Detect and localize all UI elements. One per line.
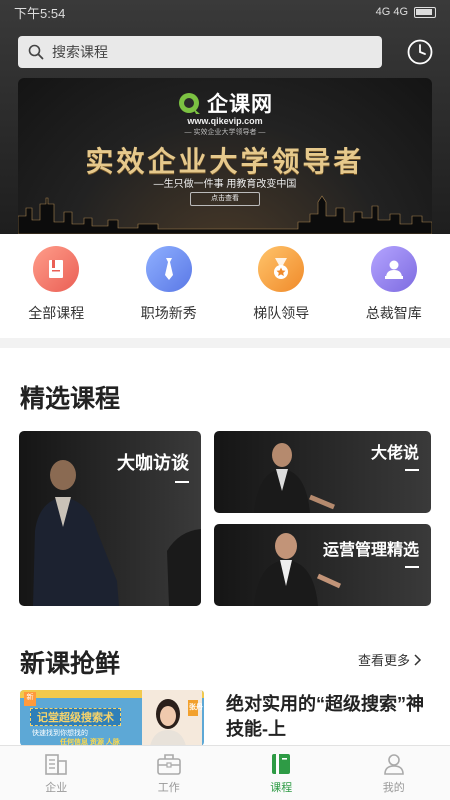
featured-card-title: 大咖访谈: [117, 449, 189, 483]
briefcase-icon: [156, 754, 181, 775]
featured-card-interviews[interactable]: 大咖访谈: [19, 431, 201, 606]
category-team-leader[interactable]: 梯队领导: [225, 234, 338, 338]
chevron-right-icon: [414, 653, 422, 666]
banner-logo: 企课网: [18, 88, 432, 118]
tie-icon: [145, 246, 192, 292]
status-indicators: 4G 4G: [376, 6, 436, 18]
tab-courses[interactable]: 课程: [225, 746, 338, 800]
instructor-badge: 张丹: [189, 704, 203, 711]
main-content: 全部课程 职场新秀 梯队领导 总裁智库 精选课程 大咖访谈 大佬说 运营管理精选…: [0, 234, 450, 800]
section-divider: [0, 338, 450, 348]
instructor-portrait: [142, 690, 202, 746]
building-icon: [45, 754, 68, 775]
featured-card-big-talk[interactable]: 大佬说: [214, 431, 431, 513]
course-book-icon: [272, 754, 291, 774]
book-icon: [33, 246, 80, 292]
category-label: 梯队领导: [253, 305, 310, 321]
featured-section-title: 精选课程: [20, 385, 121, 413]
executive-icon: [370, 246, 417, 292]
featured-card-title: 运营管理精选: [323, 536, 419, 568]
tab-enterprise[interactable]: 企业: [0, 746, 113, 800]
network-indicator: 4G 4G: [375, 6, 408, 18]
tab-label: 我的: [382, 782, 405, 794]
promo-banner[interactable]: 企课网 www.qikevip.com — 实效企业大学领导者 — 实效企业大学…: [18, 78, 432, 234]
featured-card-title: 大佬说: [371, 439, 419, 471]
banner-small-tagline: — 实效企业大学领导者 —: [184, 129, 266, 136]
status-bar: 下午5:54 4G 4G: [0, 0, 450, 24]
status-time: 下午5:54: [14, 5, 66, 21]
featured-card-operations[interactable]: 运营管理精选: [214, 524, 431, 606]
view-more-label: 查看更多: [357, 653, 410, 668]
search-bar[interactable]: [18, 36, 382, 68]
logo-icon: [179, 93, 200, 114]
tab-mine[interactable]: 我的: [338, 746, 450, 800]
category-label: 全部课程: [28, 305, 85, 321]
new-course-title[interactable]: 绝对实用的“超级搜索”神技能-上: [226, 692, 426, 742]
history-clock-icon[interactable]: [406, 38, 434, 66]
tab-label: 工作: [157, 782, 180, 794]
category-label: 总裁智库: [365, 305, 422, 321]
bottom-tab-bar: 企业 工作 课程 我的: [0, 745, 450, 800]
banner-slogan: —生只做一件事 用教育改变中国: [153, 179, 297, 190]
banner-logo-text: 企课网: [207, 93, 273, 116]
search-input[interactable]: [52, 44, 352, 60]
new-courses-section-title: 新课抢鲜: [20, 650, 121, 678]
category-all-courses[interactable]: 全部课程: [0, 234, 113, 338]
category-row: 全部课程 职场新秀 梯队领导 总裁智库: [0, 234, 450, 338]
new-course-thumbnail[interactable]: 新 记堂超级搜索术 快速找到你想找的 任何信息 资源 人脉 张丹: [20, 690, 204, 746]
thumbnail-title: 记堂超级搜索术: [30, 708, 121, 726]
category-workplace-newbie[interactable]: 职场新秀: [113, 234, 226, 338]
search-row: [18, 36, 434, 68]
search-icon: [28, 44, 44, 60]
battery-icon: [414, 6, 436, 18]
person-icon: [383, 754, 404, 775]
banner-url: www.qikevip.com: [187, 116, 263, 126]
category-label: 职场新秀: [140, 305, 197, 321]
tab-label: 课程: [270, 782, 293, 794]
category-ceo-think-tank[interactable]: 总裁智库: [338, 234, 450, 338]
medal-icon: [258, 246, 305, 292]
city-skyline-graphic: [18, 195, 432, 234]
new-tag: 新: [24, 692, 36, 706]
banner-headline: 实效企业大学领导者: [85, 145, 365, 178]
view-more-link[interactable]: 查看更多: [358, 650, 422, 669]
tab-label: 企业: [45, 782, 68, 794]
tab-work[interactable]: 工作: [113, 746, 226, 800]
